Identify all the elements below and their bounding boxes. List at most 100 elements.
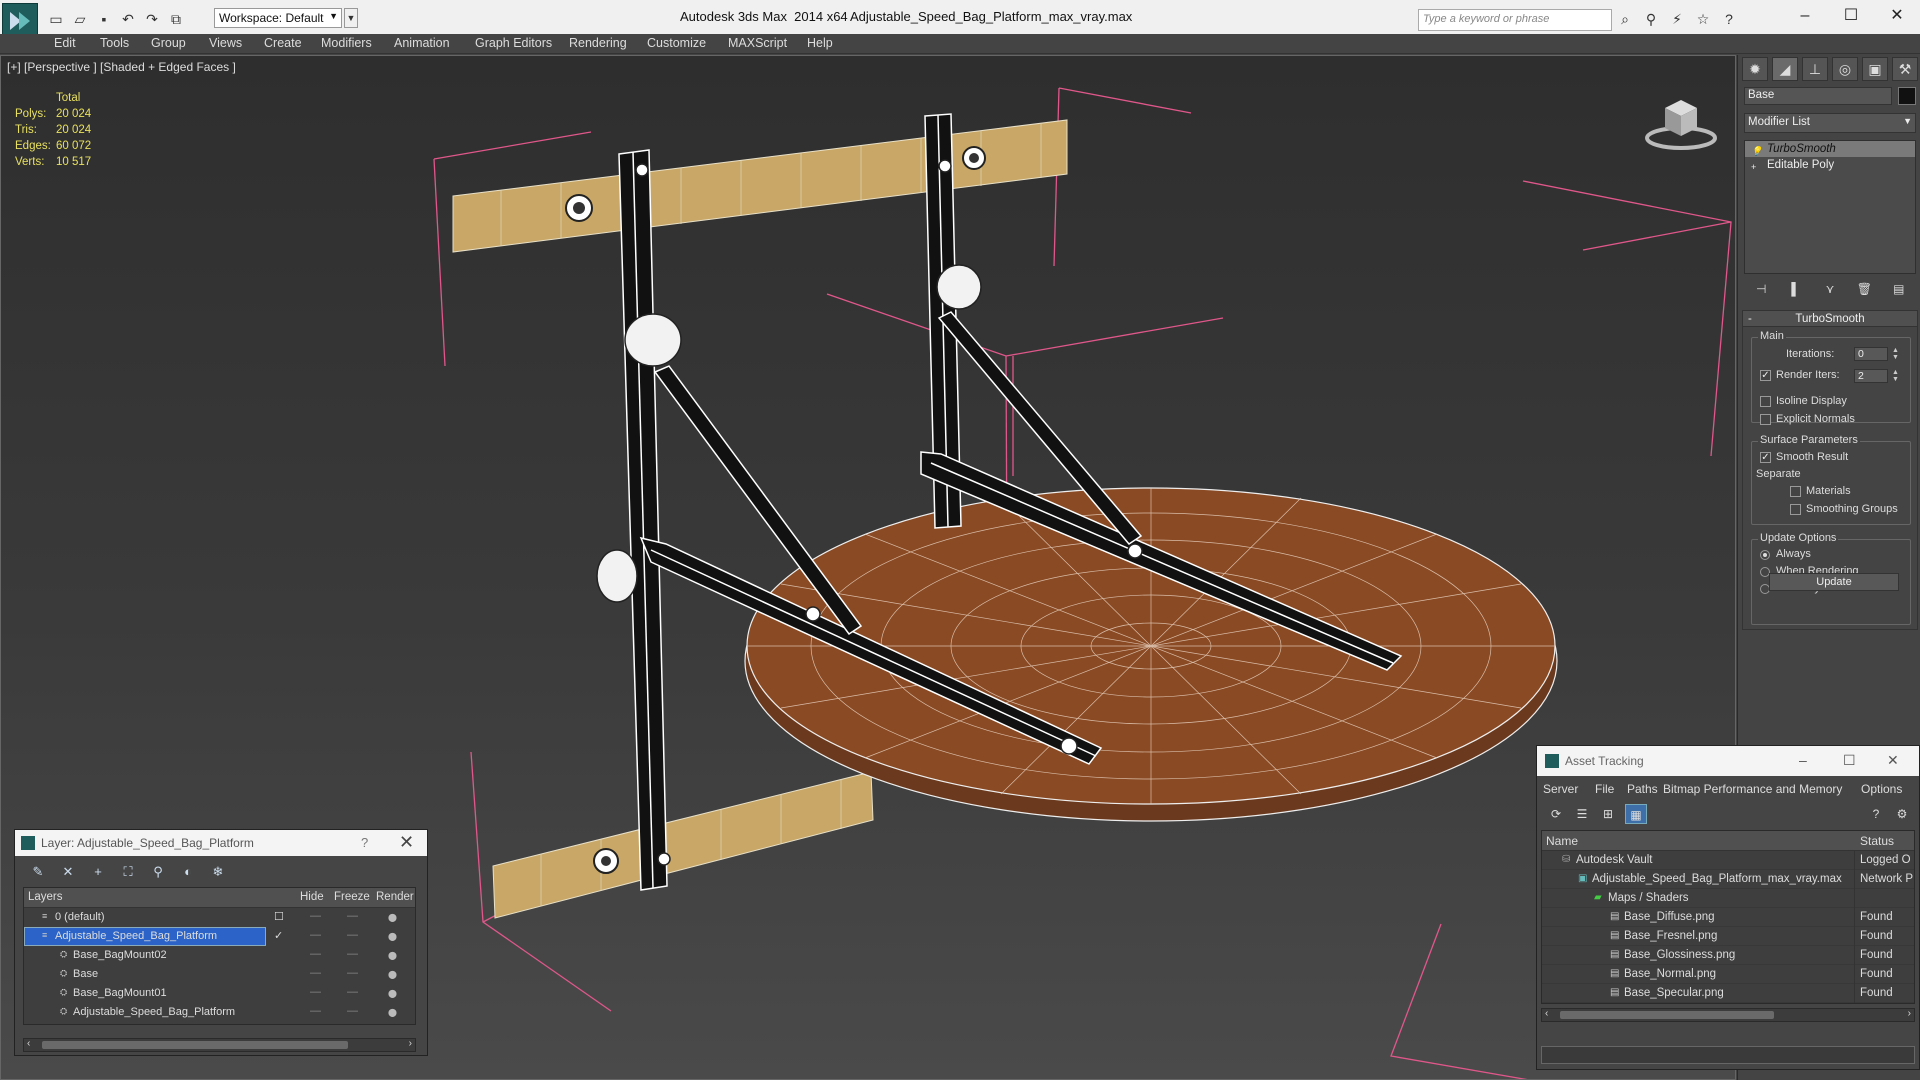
communication-icon[interactable]: ⚡ xyxy=(1668,10,1686,28)
freeze-all-icon[interactable]: ❄ xyxy=(207,862,229,882)
menu-bitmap-performance[interactable]: Bitmap Performance and Memory xyxy=(1663,782,1842,796)
asset-row[interactable]: ▤ Base_Glossiness.png Found xyxy=(1542,946,1914,965)
minimize-button[interactable]: – xyxy=(1782,0,1828,32)
update-button[interactable]: Update xyxy=(1769,573,1899,591)
freeze-toggle-icon[interactable]: — xyxy=(347,1005,358,1017)
create-layer-icon[interactable]: ✎ xyxy=(27,862,49,882)
minimize-button[interactable]: – xyxy=(1799,752,1807,768)
refresh-icon[interactable]: ⟳ xyxy=(1545,804,1567,824)
render-iters-checkbox[interactable]: ✓ xyxy=(1760,370,1771,381)
stack-item-editable-poly[interactable]: + Editable Poly xyxy=(1745,157,1915,173)
column-status[interactable]: Status xyxy=(1860,834,1894,848)
close-button[interactable]: ✕ xyxy=(1887,752,1899,769)
asset-row[interactable]: ▰ Maps / Shaders xyxy=(1542,889,1914,908)
smoothing-groups-checkbox[interactable] xyxy=(1790,504,1801,515)
undo-icon[interactable]: ↶ xyxy=(118,9,138,29)
menu-options[interactable]: Options xyxy=(1861,782,1902,796)
object-name-field[interactable]: Base xyxy=(1744,87,1892,105)
scroll-right-icon[interactable]: › xyxy=(1908,1008,1911,1019)
hide-all-icon[interactable]: ◐ xyxy=(177,862,199,882)
remove-modifier-icon[interactable]: 🗑 xyxy=(1854,282,1874,300)
pin-stack-icon[interactable]: ⊣ xyxy=(1751,282,1771,300)
smooth-result-checkbox[interactable]: ✓ xyxy=(1760,452,1771,463)
column-hide[interactable]: Hide xyxy=(300,891,324,903)
menu-file[interactable]: File xyxy=(1595,782,1614,796)
column-layers[interactable]: Layers xyxy=(28,891,63,903)
always-radio[interactable] xyxy=(1760,550,1770,560)
project-icon[interactable]: ⧉ xyxy=(166,9,186,29)
freeze-toggle-icon[interactable]: — xyxy=(347,986,358,998)
freeze-toggle-icon[interactable]: — xyxy=(347,929,358,941)
modifier-list-dropdown[interactable]: Modifier List ▼ xyxy=(1744,113,1916,133)
menu-tools[interactable]: Tools xyxy=(100,36,129,50)
tree-view-icon[interactable]: ⊞ xyxy=(1597,804,1619,824)
render-toggle-icon[interactable]: ⬤ xyxy=(388,989,397,998)
rollout-header[interactable]: - TurboSmooth xyxy=(1743,311,1917,327)
set-current-layer-icon[interactable]: ☐ xyxy=(274,910,284,923)
asset-row[interactable]: ▣ Adjustable_Speed_Bag_Platform_max_vray.… xyxy=(1542,870,1914,889)
asset-row[interactable]: ▤ Base_Normal.png Found xyxy=(1542,965,1914,984)
expand-plus-icon[interactable]: + xyxy=(1751,159,1756,175)
horizontal-scrollbar[interactable]: ‹ › xyxy=(1541,1008,1915,1022)
help-icon[interactable]: ? xyxy=(1865,804,1887,824)
menu-server[interactable]: Server xyxy=(1543,782,1578,796)
new-icon[interactable]: ▭ xyxy=(46,9,66,29)
asset-dialog-titlebar[interactable]: Asset Tracking – ☐ ✕ xyxy=(1537,746,1919,776)
scrollbar-thumb[interactable] xyxy=(42,1041,348,1049)
redo-icon[interactable]: ↷ xyxy=(142,9,162,29)
hide-toggle-icon[interactable]: — xyxy=(310,986,321,998)
configure-sets-icon[interactable]: ▤ xyxy=(1889,282,1909,300)
list-view-icon[interactable]: ☰ xyxy=(1571,804,1593,824)
menu-modifiers[interactable]: Modifiers xyxy=(321,36,372,50)
object-color-swatch[interactable] xyxy=(1898,87,1916,105)
freeze-toggle-icon[interactable]: — xyxy=(347,910,358,922)
layer-row[interactable]: ⛭ Base — — ⬤ xyxy=(24,965,415,984)
active-layer-check-icon[interactable]: ✓ xyxy=(274,929,283,942)
hide-toggle-icon[interactable]: — xyxy=(310,1005,321,1017)
scroll-right-icon[interactable]: › xyxy=(409,1038,412,1049)
stack-item-turbosmooth[interactable]: 💡 TurboSmooth xyxy=(1745,141,1915,157)
column-render[interactable]: Render xyxy=(376,891,414,903)
materials-checkbox[interactable] xyxy=(1790,486,1801,497)
hide-toggle-icon[interactable]: — xyxy=(310,948,321,960)
help-icon[interactable]: ? xyxy=(1720,10,1738,28)
render-toggle-icon[interactable]: ⬤ xyxy=(388,951,397,960)
layer-row[interactable]: ≡ 0 (default) ☐ — — ⬤ xyxy=(24,908,415,927)
display-tab-icon[interactable]: ▣ xyxy=(1862,57,1888,81)
menu-group[interactable]: Group xyxy=(151,36,186,50)
add-to-layer-icon[interactable]: + xyxy=(87,862,109,882)
search-input[interactable]: Type a keyword or phrase xyxy=(1418,9,1612,31)
menu-help[interactable]: Help xyxy=(807,36,833,50)
scroll-left-icon[interactable]: ‹ xyxy=(27,1038,30,1049)
isoline-display-checkbox[interactable] xyxy=(1760,396,1771,407)
maximize-button[interactable]: ☐ xyxy=(1828,0,1874,32)
show-end-result-icon[interactable]: ▌ xyxy=(1786,282,1806,300)
asset-row[interactable]: ⛁ Autodesk Vault Logged O xyxy=(1542,851,1914,870)
scroll-left-icon[interactable]: ‹ xyxy=(1545,1008,1548,1019)
viewport-label[interactable]: [+] [Perspective ] [Shaded + Edged Faces… xyxy=(7,60,236,74)
help-button[interactable]: ? xyxy=(361,835,368,850)
motion-tab-icon[interactable]: ◎ xyxy=(1832,57,1858,81)
column-name[interactable]: Name xyxy=(1546,834,1578,848)
hide-toggle-icon[interactable]: — xyxy=(310,910,321,922)
spinner-arrows-icon[interactable]: ▲ ▼ xyxy=(1892,347,1900,361)
favorites-icon[interactable]: ☆ xyxy=(1694,10,1712,28)
menu-create[interactable]: Create xyxy=(264,36,302,50)
workspace-options-button[interactable]: ▼ xyxy=(344,8,358,28)
render-toggle-icon[interactable]: ⬤ xyxy=(388,970,397,979)
asset-row[interactable]: ▤ Base_Specular.png Found xyxy=(1542,984,1914,1003)
utilities-tab-icon[interactable]: ⚒ xyxy=(1892,57,1918,81)
layer-row[interactable]: ⛭ Adjustable_Speed_Bag_Platform — — ⬤ xyxy=(24,1003,415,1022)
layer-row[interactable]: ⛭ Base_BagMount01 — — ⬤ xyxy=(24,984,415,1003)
column-freeze[interactable]: Freeze xyxy=(334,891,370,903)
menu-rendering[interactable]: Rendering xyxy=(569,36,627,50)
hide-toggle-icon[interactable]: — xyxy=(310,967,321,979)
modify-tab-icon[interactable]: ◢ xyxy=(1772,57,1798,81)
spinner-arrows-icon[interactable]: ▲ ▼ xyxy=(1892,369,1900,383)
layer-dialog-titlebar[interactable]: Layer: Adjustable_Speed_Bag_Platform ? ✕ xyxy=(15,830,427,856)
menu-maxscript[interactable]: MAXScript xyxy=(728,36,787,50)
maximize-button[interactable]: ☐ xyxy=(1843,752,1856,769)
save-icon[interactable]: ▪ xyxy=(94,9,114,29)
hide-toggle-icon[interactable]: — xyxy=(310,929,321,941)
scrollbar-thumb[interactable] xyxy=(1560,1011,1774,1019)
